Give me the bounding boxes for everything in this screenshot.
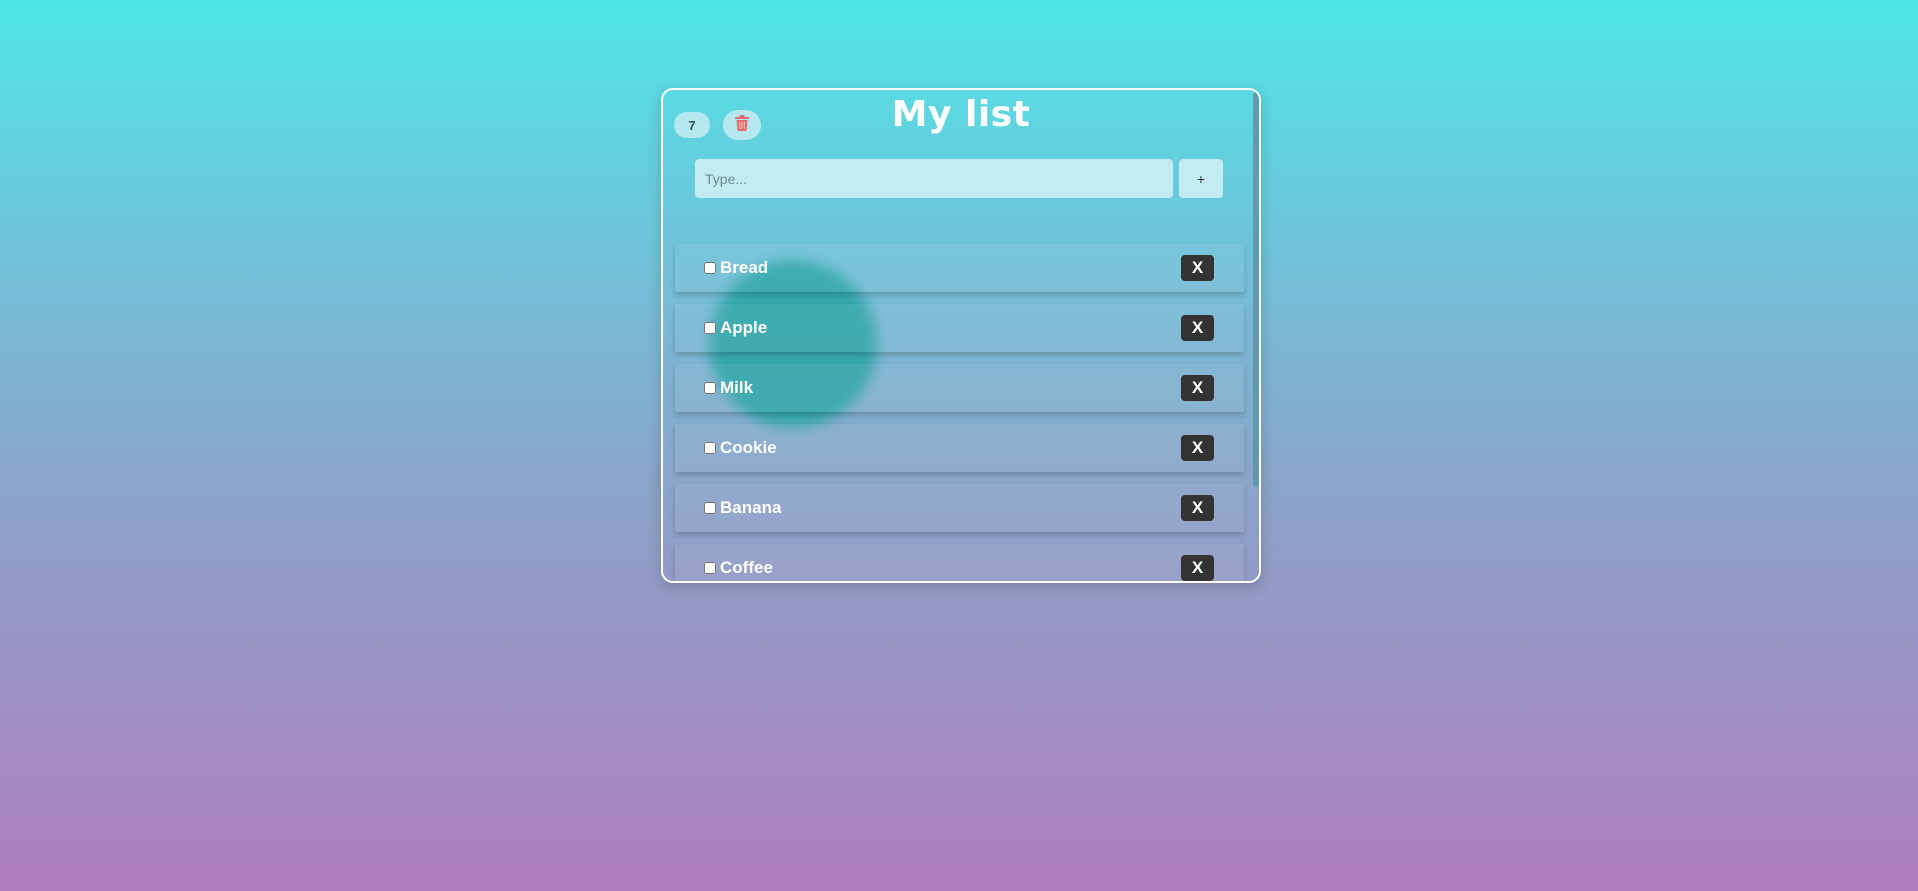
item-label: Banana bbox=[720, 498, 782, 517]
list-item: Milk X bbox=[675, 364, 1244, 412]
scrollbar[interactable] bbox=[1253, 92, 1259, 487]
delete-item-button[interactable]: X bbox=[1181, 495, 1214, 521]
delete-item-button[interactable]: X bbox=[1181, 255, 1214, 281]
add-item-button[interactable]: + bbox=[1179, 159, 1223, 198]
list-item: Bread X bbox=[675, 244, 1244, 292]
item-list: Bread X Apple X Milk X Cookie X Banana X… bbox=[675, 244, 1244, 581]
delete-item-button[interactable]: X bbox=[1181, 435, 1214, 461]
item-label: Apple bbox=[720, 318, 768, 337]
delete-item-button[interactable]: X bbox=[1181, 375, 1214, 401]
item-label: Milk bbox=[720, 378, 754, 397]
item-checkbox[interactable] bbox=[704, 442, 716, 454]
delete-item-button[interactable]: X bbox=[1181, 555, 1214, 581]
list-item: Cookie X bbox=[675, 424, 1244, 472]
item-checkbox[interactable] bbox=[704, 262, 716, 274]
item-label: Bread bbox=[720, 258, 769, 277]
list-item: Coffee X bbox=[675, 544, 1244, 581]
item-checkbox[interactable] bbox=[704, 502, 716, 514]
item-checkbox[interactable] bbox=[704, 382, 716, 394]
item-label: Cookie bbox=[720, 438, 777, 457]
item-checkbox[interactable] bbox=[704, 562, 716, 574]
item-checkbox[interactable] bbox=[704, 322, 716, 334]
list-item: Apple X bbox=[675, 304, 1244, 352]
delete-item-button[interactable]: X bbox=[1181, 315, 1214, 341]
list-card: 7 My list + Bread X Apple X bbox=[661, 88, 1261, 583]
new-item-input[interactable] bbox=[695, 159, 1173, 198]
item-label: Coffee bbox=[720, 558, 773, 577]
page-title: My list bbox=[891, 94, 1031, 135]
list-item: Banana X bbox=[675, 484, 1244, 532]
